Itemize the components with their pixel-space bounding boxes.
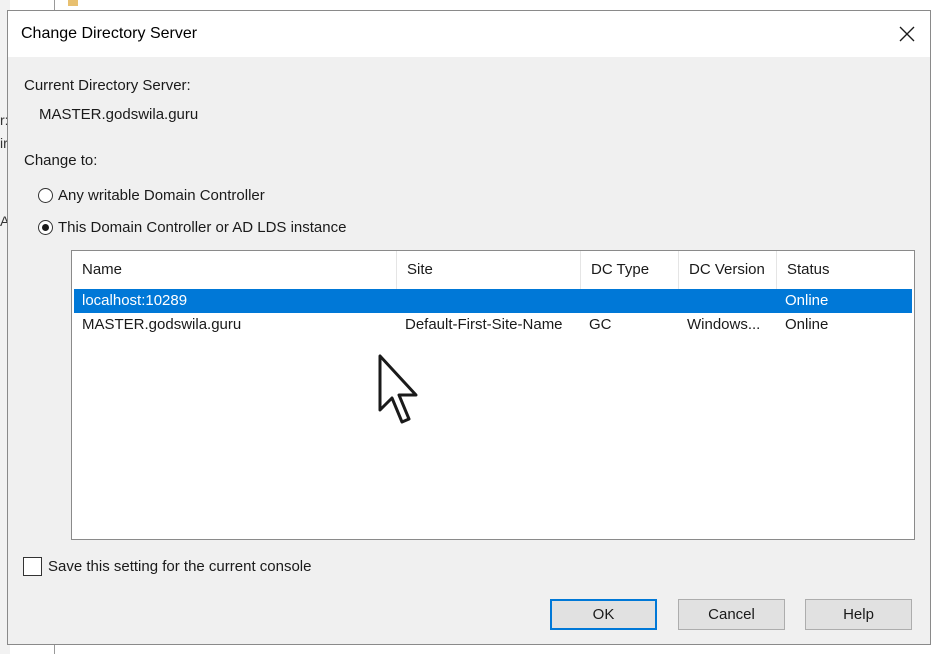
close-icon	[899, 26, 915, 42]
radio-button-selected[interactable]	[38, 220, 53, 235]
list-header: Name Site DC Type DC Version Status	[72, 251, 914, 289]
cell-name: MASTER.godswila.guru	[82, 316, 242, 333]
column-header-name[interactable]: Name	[72, 251, 397, 289]
dialog-title: Change Directory Server	[21, 25, 198, 42]
cell-dc-type: GC	[589, 316, 612, 333]
domain-controller-list[interactable]: Name Site DC Type DC Version Status loca…	[71, 250, 915, 540]
current-server-value: MASTER.godswila.guru	[39, 106, 199, 123]
help-button[interactable]: Help	[805, 599, 912, 630]
save-setting-label: Save this setting for the current consol…	[48, 558, 312, 575]
column-header-site[interactable]: Site	[397, 251, 581, 289]
radio-any-writable-dc[interactable]: Any writable Domain Controller	[38, 187, 265, 204]
mouse-pointer-icon	[378, 354, 418, 424]
cell-dc-version: Windows...	[687, 316, 761, 333]
cell-site	[397, 289, 581, 313]
radio-this-dc[interactable]: This Domain Controller or AD LDS instanc…	[38, 219, 346, 236]
background-folder-icon	[68, 0, 78, 6]
cell-status: Online	[785, 316, 829, 333]
cell-site: Default-First-Site-Name	[405, 316, 563, 333]
current-server-label: Current Directory Server:	[24, 77, 191, 94]
save-setting-checkbox[interactable]	[23, 557, 42, 576]
change-directory-server-dialog: Change Directory Server Current Director…	[7, 10, 931, 645]
close-button[interactable]	[884, 11, 930, 57]
column-header-dc-type[interactable]: DC Type	[581, 251, 679, 289]
background-divider	[54, 0, 55, 10]
table-row[interactable]: localhost:10289 Online	[74, 289, 912, 313]
column-header-dc-version[interactable]: DC Version	[679, 251, 777, 289]
ok-button[interactable]: OK	[550, 599, 657, 630]
table-row[interactable]: MASTER.godswila.guru Default-First-Site-…	[74, 313, 912, 337]
title-bar: Change Directory Server	[8, 11, 930, 57]
cell-dc-version	[679, 289, 777, 313]
change-to-label: Change to:	[24, 152, 98, 169]
save-setting-option[interactable]: Save this setting for the current consol…	[23, 557, 311, 576]
cancel-button[interactable]: Cancel	[678, 599, 785, 630]
radio-label: This Domain Controller or AD LDS instanc…	[58, 219, 347, 236]
cell-dc-type	[581, 289, 679, 313]
radio-button[interactable]	[38, 188, 53, 203]
cell-name: localhost:10289	[82, 292, 188, 309]
radio-label: Any writable Domain Controller	[58, 187, 265, 204]
cell-status: Online	[785, 292, 829, 309]
column-header-status[interactable]: Status	[777, 251, 912, 289]
